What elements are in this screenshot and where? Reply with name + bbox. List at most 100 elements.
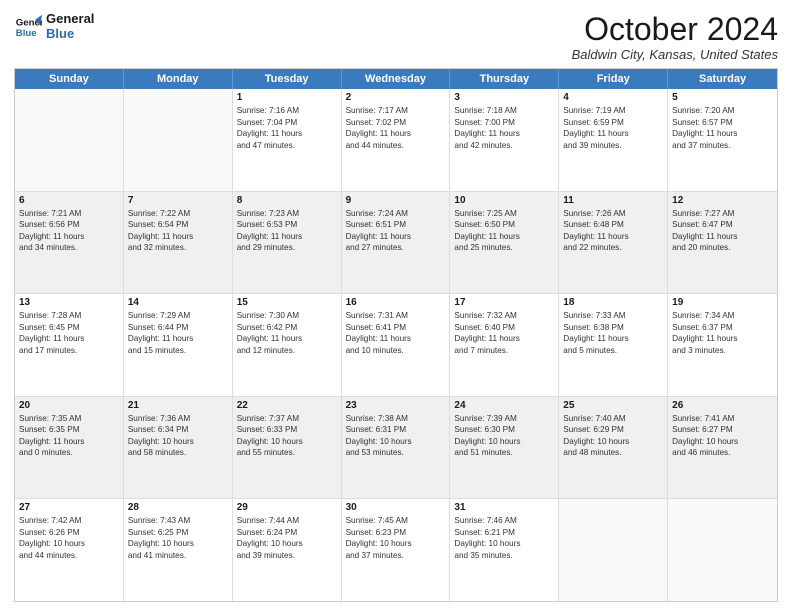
cell-info-line: and 47 minutes. bbox=[237, 140, 337, 151]
day-number: 15 bbox=[237, 297, 337, 308]
day-of-week-header: Tuesday bbox=[233, 69, 342, 89]
day-number: 2 bbox=[346, 92, 446, 103]
calendar-cell: 8Sunrise: 7:23 AMSunset: 6:53 PMDaylight… bbox=[233, 192, 342, 294]
cell-info-line: and 17 minutes. bbox=[19, 345, 119, 356]
calendar-cell: 11Sunrise: 7:26 AMSunset: 6:48 PMDayligh… bbox=[559, 192, 668, 294]
cell-info-line: Sunset: 7:00 PM bbox=[454, 117, 554, 128]
svg-text:Blue: Blue bbox=[16, 28, 37, 39]
cell-info-line: Sunrise: 7:19 AM bbox=[563, 105, 663, 116]
cell-info-line: Sunset: 6:33 PM bbox=[237, 424, 337, 435]
day-number: 18 bbox=[563, 297, 663, 308]
cell-info-line: Sunset: 6:42 PM bbox=[237, 322, 337, 333]
day-number: 1 bbox=[237, 92, 337, 103]
cell-info-line: Daylight: 10 hours bbox=[19, 538, 119, 549]
day-number: 6 bbox=[19, 195, 119, 206]
calendar-cell: 26Sunrise: 7:41 AMSunset: 6:27 PMDayligh… bbox=[668, 397, 777, 499]
cell-info-line: Sunset: 6:34 PM bbox=[128, 424, 228, 435]
cell-info-line: Sunset: 6:45 PM bbox=[19, 322, 119, 333]
day-number: 21 bbox=[128, 400, 228, 411]
calendar-cell: 31Sunrise: 7:46 AMSunset: 6:21 PMDayligh… bbox=[450, 499, 559, 601]
cell-info-line: Sunrise: 7:45 AM bbox=[346, 515, 446, 526]
cell-info-line: Sunset: 6:21 PM bbox=[454, 527, 554, 538]
day-number: 14 bbox=[128, 297, 228, 308]
cell-info-line: Sunset: 6:27 PM bbox=[672, 424, 773, 435]
logo-icon: General Blue bbox=[14, 13, 42, 41]
day-number: 26 bbox=[672, 400, 773, 411]
cell-info-line: Daylight: 10 hours bbox=[454, 436, 554, 447]
cell-info-line: Sunrise: 7:37 AM bbox=[237, 413, 337, 424]
logo-text-general: General bbox=[46, 12, 94, 27]
day-number: 11 bbox=[563, 195, 663, 206]
calendar-cell: 10Sunrise: 7:25 AMSunset: 6:50 PMDayligh… bbox=[450, 192, 559, 294]
calendar-cell: 1Sunrise: 7:16 AMSunset: 7:04 PMDaylight… bbox=[233, 89, 342, 191]
calendar-cell: 28Sunrise: 7:43 AMSunset: 6:25 PMDayligh… bbox=[124, 499, 233, 601]
calendar-week: 1Sunrise: 7:16 AMSunset: 7:04 PMDaylight… bbox=[15, 89, 777, 192]
cell-info-line: Daylight: 10 hours bbox=[454, 538, 554, 549]
cell-info-line: Sunrise: 7:43 AM bbox=[128, 515, 228, 526]
calendar-cell: 27Sunrise: 7:42 AMSunset: 6:26 PMDayligh… bbox=[15, 499, 124, 601]
cell-info-line: Sunset: 6:54 PM bbox=[128, 219, 228, 230]
header: General Blue General Blue October 2024 B… bbox=[14, 12, 778, 62]
cell-info-line: Daylight: 10 hours bbox=[346, 538, 446, 549]
calendar-cell: 14 Sunrise: 7:29 AMSunset: 6:44 PMDayligh… bbox=[124, 294, 233, 396]
day-number: 20 bbox=[19, 400, 119, 411]
day-number: 4 bbox=[563, 92, 663, 103]
cell-info-line: and 25 minutes. bbox=[454, 242, 554, 253]
calendar-cell: 4Sunrise: 7:19 AMSunset: 6:59 PMDaylight… bbox=[559, 89, 668, 191]
cell-info-line: Sunrise: 7:42 AM bbox=[19, 515, 119, 526]
calendar: SundayMondayTuesdayWednesdayThursdayFrid… bbox=[14, 68, 778, 602]
title-block: October 2024 Baldwin City, Kansas, Unite… bbox=[572, 12, 778, 62]
cell-info-line: Sunset: 6:57 PM bbox=[672, 117, 773, 128]
cell-info-line: Sunset: 6:31 PM bbox=[346, 424, 446, 435]
cell-info-line: and 37 minutes. bbox=[672, 140, 773, 151]
cell-info-line: and 53 minutes. bbox=[346, 447, 446, 458]
cell-info-line: and 51 minutes. bbox=[454, 447, 554, 458]
cell-info-line: Daylight: 10 hours bbox=[346, 436, 446, 447]
cell-info-line: Sunset: 6:53 PM bbox=[237, 219, 337, 230]
day-number: 9 bbox=[346, 195, 446, 206]
cell-info-line: Daylight: 11 hours bbox=[19, 333, 119, 344]
cell-info-line: and 41 minutes. bbox=[128, 550, 228, 561]
cell-info-line: Sunset: 6:37 PM bbox=[672, 322, 773, 333]
cell-info-line: Sunrise: 7:25 AM bbox=[454, 208, 554, 219]
cell-info-line: Daylight: 11 hours bbox=[672, 333, 773, 344]
cell-info-line: and 5 minutes. bbox=[563, 345, 663, 356]
cell-info-line: Sunrise: 7:39 AM bbox=[454, 413, 554, 424]
calendar-cell: 15Sunrise: 7:30 AMSunset: 6:42 PMDayligh… bbox=[233, 294, 342, 396]
cell-info-line: and 3 minutes. bbox=[672, 345, 773, 356]
day-number: 12 bbox=[672, 195, 773, 206]
calendar-cell: 23Sunrise: 7:38 AMSunset: 6:31 PMDayligh… bbox=[342, 397, 451, 499]
cell-info-line: Daylight: 10 hours bbox=[128, 538, 228, 549]
day-number: 28 bbox=[128, 502, 228, 513]
day-number: 10 bbox=[454, 195, 554, 206]
cell-info-line: Sunrise: 7:29 AM bbox=[128, 310, 228, 321]
cell-info-line: Sunset: 6:51 PM bbox=[346, 219, 446, 230]
cell-info-line: Sunset: 6:38 PM bbox=[563, 322, 663, 333]
cell-info-line: Sunset: 6:47 PM bbox=[672, 219, 773, 230]
day-of-week-header: Saturday bbox=[668, 69, 777, 89]
location: Baldwin City, Kansas, United States bbox=[572, 47, 778, 62]
cell-info-line: Daylight: 11 hours bbox=[19, 436, 119, 447]
calendar-week: 6Sunrise: 7:21 AMSunset: 6:56 PMDaylight… bbox=[15, 192, 777, 295]
cell-info-line: Sunrise: 7:26 AM bbox=[563, 208, 663, 219]
cell-info-line: Sunrise: 7:40 AM bbox=[563, 413, 663, 424]
cell-info-line: Sunrise: 7:23 AM bbox=[237, 208, 337, 219]
calendar-cell: 6Sunrise: 7:21 AMSunset: 6:56 PMDaylight… bbox=[15, 192, 124, 294]
cell-info-line: Sunrise: 7:41 AM bbox=[672, 413, 773, 424]
cell-info-line: Daylight: 11 hours bbox=[128, 333, 228, 344]
day-number: 13 bbox=[19, 297, 119, 308]
cell-info-line: Daylight: 11 hours bbox=[346, 333, 446, 344]
day-number: 8 bbox=[237, 195, 337, 206]
calendar-body: 1Sunrise: 7:16 AMSunset: 7:04 PMDaylight… bbox=[15, 89, 777, 601]
cell-info-line: Daylight: 10 hours bbox=[237, 436, 337, 447]
cell-info-line: Sunrise: 7:21 AM bbox=[19, 208, 119, 219]
cell-info-line: and 20 minutes. bbox=[672, 242, 773, 253]
calendar-cell: 20Sunrise: 7:35 AMSunset: 6:35 PMDayligh… bbox=[15, 397, 124, 499]
cell-info-line: Daylight: 11 hours bbox=[454, 231, 554, 242]
logo: General Blue General Blue bbox=[14, 12, 94, 42]
cell-info-line: Sunrise: 7:28 AM bbox=[19, 310, 119, 321]
calendar-cell: 13 Sunrise: 7:28 AMSunset: 6:45 PMDayligh… bbox=[15, 294, 124, 396]
day-number: 31 bbox=[454, 502, 554, 513]
cell-info-line: and 29 minutes. bbox=[237, 242, 337, 253]
cell-info-line: Sunset: 6:44 PM bbox=[128, 322, 228, 333]
